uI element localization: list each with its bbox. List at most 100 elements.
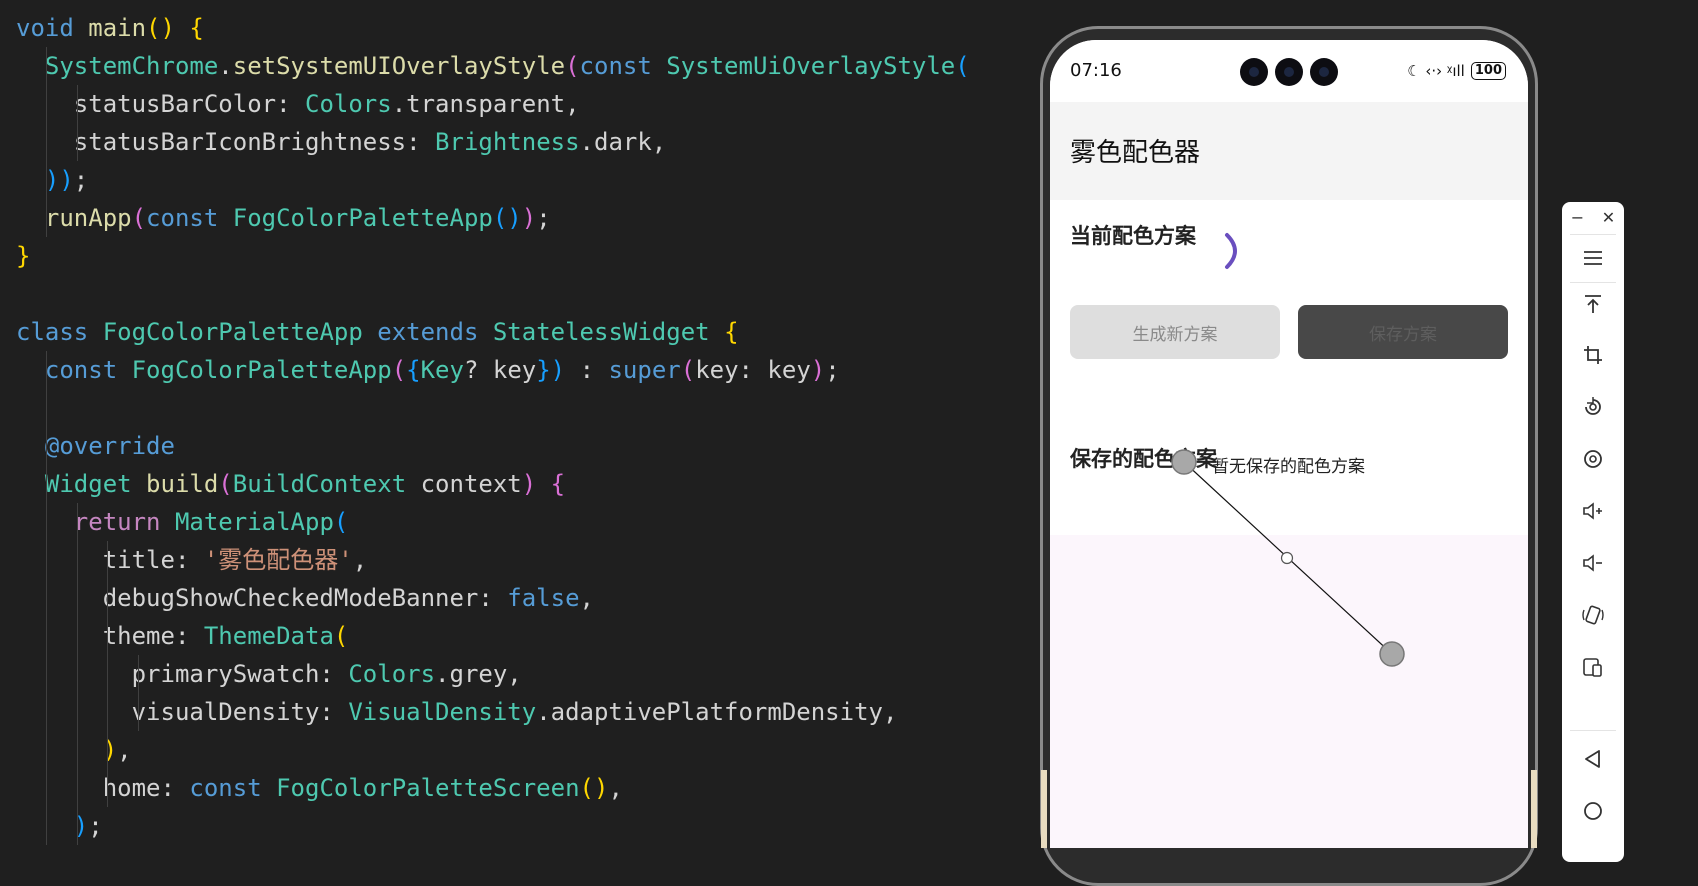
code-token: ; xyxy=(88,812,103,840)
code-token: ( xyxy=(680,356,696,384)
touch-end-point xyxy=(1379,641,1405,667)
phone-edge-right xyxy=(1531,770,1537,848)
code-token: const xyxy=(189,774,262,802)
code-token: home: xyxy=(16,774,190,802)
minimize-button[interactable]: − xyxy=(1562,202,1593,232)
code-line: void main() { xyxy=(16,9,204,47)
code-token: ? key xyxy=(463,356,537,384)
save-scheme-button[interactable]: 保存方案 xyxy=(1298,305,1508,359)
back-icon[interactable] xyxy=(1562,737,1624,781)
code-token: Colors xyxy=(348,660,436,688)
phone-edge-left xyxy=(1041,770,1047,848)
code-token: { xyxy=(406,356,421,384)
code-token: FogColorPaletteApp xyxy=(131,356,392,384)
code-token: }) xyxy=(536,356,566,384)
shake-icon[interactable] xyxy=(1562,593,1624,637)
code-token: ( xyxy=(131,204,147,232)
code-token: statusBarColor xyxy=(16,90,277,118)
code-token: void xyxy=(16,14,74,42)
code-token: theme: xyxy=(16,622,204,650)
indent-guide xyxy=(46,351,47,845)
code-token: visualDensity: xyxy=(16,698,349,726)
device-icon[interactable] xyxy=(1562,645,1624,689)
code-line: const FogColorPaletteApp({Key? key}) : s… xyxy=(16,351,840,389)
generate-scheme-button[interactable]: 生成新方案 xyxy=(1070,305,1280,359)
code-token: FogColorPaletteApp xyxy=(232,204,493,232)
status-time: 07:16 xyxy=(1070,60,1122,81)
code-token: ( xyxy=(333,508,349,536)
code-line: Widget build(BuildContext context) { xyxy=(16,465,565,503)
code-token: ( xyxy=(218,470,233,498)
code-token: () xyxy=(492,204,522,232)
code-token: SystemUiOverlayStyle xyxy=(666,52,956,80)
signal-icons: ☾ ‹·› ᵡıll xyxy=(1407,62,1465,80)
code-line: primarySwatch: Colors.grey, xyxy=(16,655,522,693)
code-token: .transparent, xyxy=(391,90,580,118)
code-line: class FogColorPaletteApp extends Statele… xyxy=(16,313,739,351)
code-token: .dark, xyxy=(579,128,667,156)
code-token: , xyxy=(352,546,368,574)
code-token: const xyxy=(146,204,219,232)
app-title: 雾色配色器 xyxy=(1070,138,1201,168)
code-token: statusBarIconBrightness xyxy=(16,128,407,156)
code-line: ); xyxy=(16,807,103,845)
battery-icon: 100 xyxy=(1470,62,1506,80)
code-token: } xyxy=(16,242,31,270)
code-token: ) xyxy=(810,356,826,384)
code-token: title: xyxy=(16,546,204,574)
code-line: visualDensity: VisualDensity.adaptivePla… xyxy=(16,693,898,731)
code-token: Key xyxy=(420,356,464,384)
code-editor[interactable]: void main() { SystemChrome.setSystemUIOv… xyxy=(0,0,1040,848)
code-line: SystemChrome.setSystemUIOverlayStyle(con… xyxy=(16,47,970,85)
menu-icon[interactable] xyxy=(1562,236,1624,280)
code-token: context xyxy=(406,470,522,498)
code-token: Brightness xyxy=(435,128,580,156)
pin-top-icon[interactable] xyxy=(1562,282,1624,326)
code-token: @override xyxy=(16,432,175,460)
close-button[interactable]: ✕ xyxy=(1593,202,1624,232)
volume-down-icon[interactable] xyxy=(1562,541,1624,585)
code-token: ; xyxy=(536,204,551,232)
code-line: )); xyxy=(16,161,88,199)
code-line: ), xyxy=(16,731,132,769)
code-token: ThemeData xyxy=(203,622,334,650)
code-token: { xyxy=(724,318,739,346)
camera-icon xyxy=(1310,58,1338,86)
crop-icon[interactable] xyxy=(1562,333,1624,377)
volume-up-icon[interactable] xyxy=(1562,489,1624,533)
code-token: ; xyxy=(73,166,89,194)
code-token: FogColorPaletteApp xyxy=(102,318,363,346)
code-token: VisualDensity xyxy=(348,698,537,726)
code-token: )) xyxy=(16,166,74,194)
code-token: false xyxy=(507,584,580,612)
code-token: () xyxy=(146,14,175,42)
camera-icon xyxy=(1240,58,1268,86)
code-line: statusBarColor: Colors.transparent, xyxy=(16,85,580,123)
screenshot-icon[interactable] xyxy=(1562,437,1624,481)
status-icons: ☾ ‹·› ᵡıll 100 xyxy=(1407,62,1506,80)
code-token: .adaptivePlatformDensity, xyxy=(536,698,898,726)
code-line: title: '雾色配色器', xyxy=(16,541,368,579)
code-line: statusBarIconBrightness: Brightness.dark… xyxy=(16,123,666,161)
drag-gesture-overlay xyxy=(1171,449,1405,667)
code-token: primarySwatch: xyxy=(16,660,349,688)
code-token: setSystemUIOverlayStyle xyxy=(232,52,566,80)
code-token: { xyxy=(550,470,566,498)
code-token: . xyxy=(218,52,233,80)
code-line: runApp(const FogColorPaletteApp()); xyxy=(16,199,551,237)
code-line: theme: ThemeData( xyxy=(16,617,349,655)
code-token: BuildContext xyxy=(232,470,407,498)
home-icon[interactable] xyxy=(1562,789,1624,833)
rotate-icon[interactable] xyxy=(1562,385,1624,429)
loading-spinner-icon xyxy=(1225,233,1237,269)
code-token: build xyxy=(146,470,219,498)
